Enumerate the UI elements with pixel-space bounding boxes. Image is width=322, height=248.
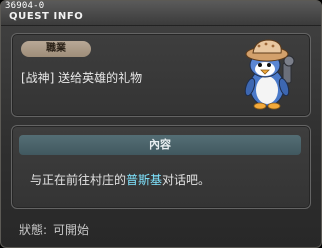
quest-description: 与正在前往村庄的普斯基对话吧。 xyxy=(30,171,210,188)
content-header: 內容 xyxy=(19,135,301,155)
status-label: 狀態: xyxy=(19,223,48,237)
quest-info-window: 36904-0 QUEST INFO 職業 [战神] 送给英雄的礼物 內容 与正… xyxy=(0,0,322,248)
window-title: QUEST INFO xyxy=(9,11,84,22)
quest-id: 36904-0 xyxy=(5,1,45,11)
title-bar[interactable]: 36904-0 QUEST INFO xyxy=(1,1,321,26)
quest-status: 狀態: 可開始 xyxy=(19,221,89,238)
penguin-with-hat-icon xyxy=(244,39,295,110)
description-suffix: 对话吧。 xyxy=(162,173,211,187)
job-tag: 職業 xyxy=(21,41,91,57)
quest-name: [战神] 送给英雄的礼物 xyxy=(21,71,143,85)
content-panel: 內容 与正在前往村庄的普斯基对话吧。 xyxy=(11,125,311,209)
status-value: 可開始 xyxy=(53,223,90,237)
npc-name: 普斯基 xyxy=(126,173,163,187)
description-prefix: 与正在前往村庄的 xyxy=(30,173,127,187)
